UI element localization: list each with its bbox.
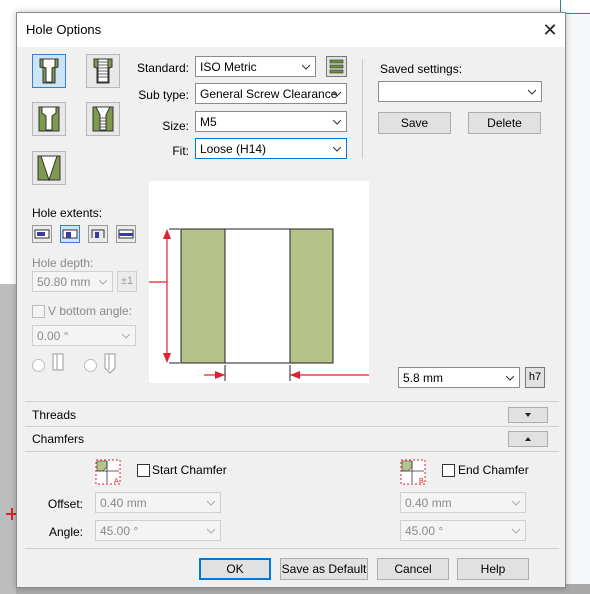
chevron-down-icon xyxy=(525,413,531,417)
tapped-hole-icon[interactable] xyxy=(86,54,120,88)
hole-preview-drawing xyxy=(149,228,369,381)
start-chamfer-angle-value: 45.00 ° xyxy=(100,524,139,538)
chamfers-label: Chamfers xyxy=(32,432,85,446)
v-bottom-label: V bottom angle: xyxy=(48,304,133,318)
save-as-default-button[interactable]: Save as Default xyxy=(280,558,368,580)
close-icon[interactable]: ✕ xyxy=(536,17,564,43)
angle-label: Angle: xyxy=(48,525,83,539)
start-chamfer-offset-input[interactable]: 0.40 mm xyxy=(95,492,221,513)
section-divider xyxy=(25,451,559,452)
start-chamfer-angle-input[interactable]: 45.00 ° xyxy=(95,520,221,541)
tapped-countersink-hole-icon[interactable] xyxy=(86,102,120,136)
chevron-down-icon xyxy=(528,89,536,95)
standard-select[interactable]: ISO Metric xyxy=(195,56,316,77)
start-chamfer-checkbox[interactable] xyxy=(137,464,150,477)
fit-label: Fit: xyxy=(172,144,189,158)
end-chamfer-angle-value: 45.00 ° xyxy=(405,524,444,538)
chamfers-collapse-button[interactable] xyxy=(508,431,548,447)
help-button[interactable]: Help xyxy=(457,558,529,580)
threads-expand-button[interactable] xyxy=(508,407,548,423)
up-to-extent-icon[interactable] xyxy=(88,225,108,243)
end-chamfer-checkbox[interactable] xyxy=(442,464,455,477)
ok-button[interactable]: OK xyxy=(199,558,271,580)
background-app-panel-right xyxy=(566,12,590,594)
end-chamfer-label: End Chamfer xyxy=(458,463,529,477)
fit-value: Loose (H14) xyxy=(200,142,267,156)
end-chamfer-icon: B xyxy=(400,459,426,485)
chevron-down-icon xyxy=(333,119,341,125)
end-chamfer-offset-input[interactable]: 0.40 mm xyxy=(400,492,526,513)
chevron-up-icon xyxy=(525,437,531,441)
delete-settings-button[interactable]: Delete xyxy=(468,112,541,134)
diameter-value: 5.8 mm xyxy=(403,371,444,385)
threads-label: Threads xyxy=(32,408,77,422)
hole-options-dialog: Hole Options ✕ Standard: ISO Metric Sub … xyxy=(16,12,566,588)
start-chamfer-offset-value: 0.40 mm xyxy=(100,496,147,510)
save-settings-button[interactable]: Save xyxy=(378,112,451,134)
angle-drill-icon xyxy=(101,352,119,374)
end-chamfer-angle-input[interactable]: 45.00 ° xyxy=(400,520,526,541)
v-bottom-angle-input[interactable]: 0.00 ° xyxy=(32,325,136,346)
saved-settings-label: Saved settings: xyxy=(380,62,463,76)
background-app-panel xyxy=(0,284,16,594)
diameter-tolerance-button[interactable]: h7 xyxy=(525,367,545,388)
chevron-down-icon xyxy=(333,91,341,97)
cancel-button[interactable]: Cancel xyxy=(377,558,449,580)
fit-select[interactable]: Loose (H14) xyxy=(195,138,347,159)
start-chamfer-label: Start Chamfer xyxy=(152,463,227,477)
size-select[interactable]: M5 xyxy=(195,111,347,132)
v-bottom-checkbox[interactable] xyxy=(32,305,45,318)
chevron-down-icon xyxy=(99,279,107,285)
size-label: Size: xyxy=(162,119,189,133)
chevron-down-icon xyxy=(302,64,310,70)
dialog-title: Hole Options xyxy=(26,22,102,37)
end-chamfer-offset-value: 0.40 mm xyxy=(405,496,452,510)
section-divider xyxy=(25,548,559,549)
chevron-down-icon xyxy=(506,375,514,381)
subtype-label: Sub type: xyxy=(138,88,189,102)
chevron-down-icon xyxy=(512,500,520,506)
hole-preview-panel xyxy=(149,181,369,383)
title-bar: Hole Options ✕ xyxy=(17,13,565,47)
subtype-select[interactable]: General Screw Clearance xyxy=(195,83,347,104)
cone-bottom-hole-icon[interactable] xyxy=(32,151,66,185)
hole-depth-input[interactable]: 50.80 mm xyxy=(32,271,113,292)
threads-section-header[interactable]: Threads xyxy=(25,404,559,426)
standard-value: ISO Metric xyxy=(200,60,257,74)
flat-drill-icon xyxy=(49,352,67,374)
offset-label: Offset: xyxy=(47,497,83,511)
diameter-input[interactable]: 5.8 mm xyxy=(398,367,520,388)
svg-text:B: B xyxy=(419,478,424,485)
chevron-down-icon xyxy=(207,500,215,506)
svg-text:A: A xyxy=(114,478,119,485)
flat-bottom-radio[interactable] xyxy=(32,359,45,372)
size-value: M5 xyxy=(200,115,217,129)
through-next-extent-icon[interactable] xyxy=(60,225,80,243)
chevron-down-icon xyxy=(512,528,520,534)
vertical-divider xyxy=(362,59,363,159)
through-all-extent-icon[interactable] xyxy=(116,225,136,243)
hole-extents-label: Hole extents: xyxy=(32,206,103,220)
countersink-hole-icon[interactable] xyxy=(32,102,66,136)
hole-depth-value: 50.80 mm xyxy=(37,275,91,289)
subtype-value: General Screw Clearance xyxy=(200,87,338,101)
chevron-down-icon xyxy=(333,146,341,152)
section-divider xyxy=(25,401,559,402)
saved-settings-select[interactable] xyxy=(378,81,542,102)
standard-label: Standard: xyxy=(136,61,189,75)
hole-depth-label: Hole depth: xyxy=(32,256,94,270)
start-chamfer-icon: A xyxy=(95,459,121,485)
chevron-down-icon xyxy=(122,333,130,339)
chamfers-section-header[interactable]: Chamfers xyxy=(25,428,559,450)
hole-depth-tolerance-button[interactable]: ±1 xyxy=(117,271,137,292)
angle-bottom-radio[interactable] xyxy=(84,359,97,372)
blind-extent-icon[interactable] xyxy=(32,225,52,243)
section-divider xyxy=(25,426,559,427)
v-bottom-angle-value: 0.00 ° xyxy=(37,329,69,343)
list-icon xyxy=(329,59,344,74)
chevron-down-icon xyxy=(207,528,215,534)
standard-settings-button[interactable] xyxy=(326,56,347,77)
counterbore-hole-icon[interactable] xyxy=(32,54,66,88)
